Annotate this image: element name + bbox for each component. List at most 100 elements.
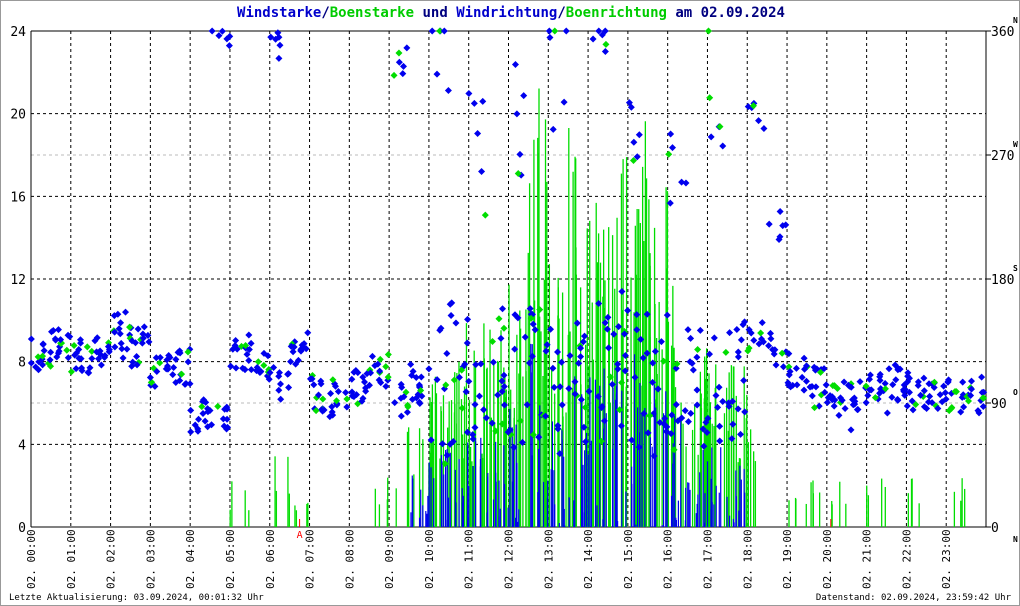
speed-point: [968, 377, 976, 385]
speed-point: [134, 325, 142, 333]
x-tick-label: 02. 08:00: [343, 529, 356, 589]
speed-point: [70, 341, 78, 349]
x-tick-label: 02. 15:00: [622, 529, 635, 589]
speed-point: [737, 336, 745, 344]
speed-point: [247, 366, 255, 374]
x-tick-label: 02. 07:00: [304, 529, 317, 589]
speed-point: [117, 319, 125, 327]
speed-point: [275, 386, 283, 394]
speed-point: [368, 352, 376, 360]
speed-point: [140, 323, 148, 331]
compass-label: S: [1013, 264, 1018, 273]
speed-point: [277, 395, 285, 403]
direction-point: [693, 353, 701, 361]
direction-point: [808, 392, 816, 400]
x-tick-label: 02. 00:00: [25, 529, 38, 589]
direction-point: [382, 363, 390, 371]
direction-point: [665, 150, 673, 158]
direction-point: [444, 87, 452, 95]
direction-point: [549, 125, 557, 133]
direction-point: [195, 415, 203, 423]
speed-point: [577, 396, 585, 404]
speed-point: [624, 306, 632, 314]
direction-point: [635, 131, 643, 139]
direction-point: [254, 358, 262, 366]
speed-point: [475, 392, 483, 400]
speed-point: [856, 378, 864, 386]
speed-point: [285, 383, 293, 391]
direction-point: [551, 27, 559, 35]
speed-point: [549, 364, 557, 372]
direction-point: [822, 381, 830, 389]
direction-point: [706, 94, 714, 102]
x-tick-label: 02. 10:00: [423, 529, 436, 589]
speed-point: [462, 388, 470, 396]
direction-point: [187, 428, 195, 436]
direction-point: [208, 27, 216, 35]
speed-point: [722, 348, 730, 356]
speed-point: [719, 397, 727, 405]
x-tick-label: 02. 22:00: [900, 529, 913, 589]
speed-point: [187, 406, 195, 414]
left-tick-label: 8: [18, 356, 26, 371]
speed-point: [397, 412, 405, 420]
speed-point: [133, 352, 141, 360]
right-tick-label: 0: [991, 521, 999, 536]
speed-point: [471, 423, 479, 431]
footer-data-state: Datenstand: 02.09.2024, 23:59:42 Uhr: [815, 593, 1011, 603]
right-tick-label: 90: [991, 397, 1007, 412]
speed-point: [729, 420, 737, 428]
direction-point: [428, 27, 436, 35]
speed-point: [926, 392, 934, 400]
direction-point: [760, 125, 768, 133]
speed-point: [710, 334, 718, 342]
x-tick-label: 02. 23:00: [940, 529, 953, 589]
speed-point: [693, 386, 701, 394]
direction-point: [560, 98, 568, 106]
direction-point: [275, 54, 283, 62]
speed-point: [471, 400, 479, 408]
marker-label: A: [297, 530, 303, 541]
left-tick-label: 16: [10, 190, 26, 205]
speed-point: [733, 325, 741, 333]
left-tick-label: 24: [10, 25, 26, 40]
speed-point: [684, 326, 692, 334]
x-tick-label: 02. 11:00: [463, 529, 476, 589]
speed-point: [245, 356, 253, 364]
speed-point: [757, 329, 765, 337]
speed-point: [63, 346, 71, 354]
speed-point: [558, 401, 566, 409]
speed-point: [382, 382, 390, 390]
speed-point: [463, 339, 471, 347]
speed-point: [684, 418, 692, 426]
speed-point: [145, 338, 153, 346]
x-tick-label: 02. 05:00: [224, 529, 237, 589]
speed-point: [54, 326, 62, 334]
speed-point: [433, 376, 441, 384]
direction-point: [39, 340, 47, 348]
direction-point: [511, 61, 519, 69]
speed-point: [495, 315, 503, 323]
speed-point: [716, 437, 724, 445]
speed-point: [499, 305, 507, 313]
direction-point: [601, 48, 609, 56]
speed-point: [758, 319, 766, 327]
speed-point: [767, 335, 775, 343]
speed-point: [772, 361, 780, 369]
speed-point: [464, 315, 472, 323]
direction-point: [602, 40, 610, 48]
direction-point: [395, 49, 403, 57]
direction-point: [119, 354, 127, 362]
speed-point: [172, 355, 180, 363]
direction-point: [577, 353, 585, 361]
speed-point: [276, 380, 284, 388]
speed-point: [384, 351, 392, 359]
direction-point: [734, 348, 742, 356]
direction-point: [184, 358, 192, 366]
speed-point: [800, 354, 808, 362]
left-tick-label: 20: [10, 108, 26, 123]
x-tick-label: 02. 01:00: [65, 529, 78, 589]
x-tick-label: 02. 19:00: [781, 529, 794, 589]
speed-point: [978, 373, 986, 381]
direction-point: [83, 343, 91, 351]
